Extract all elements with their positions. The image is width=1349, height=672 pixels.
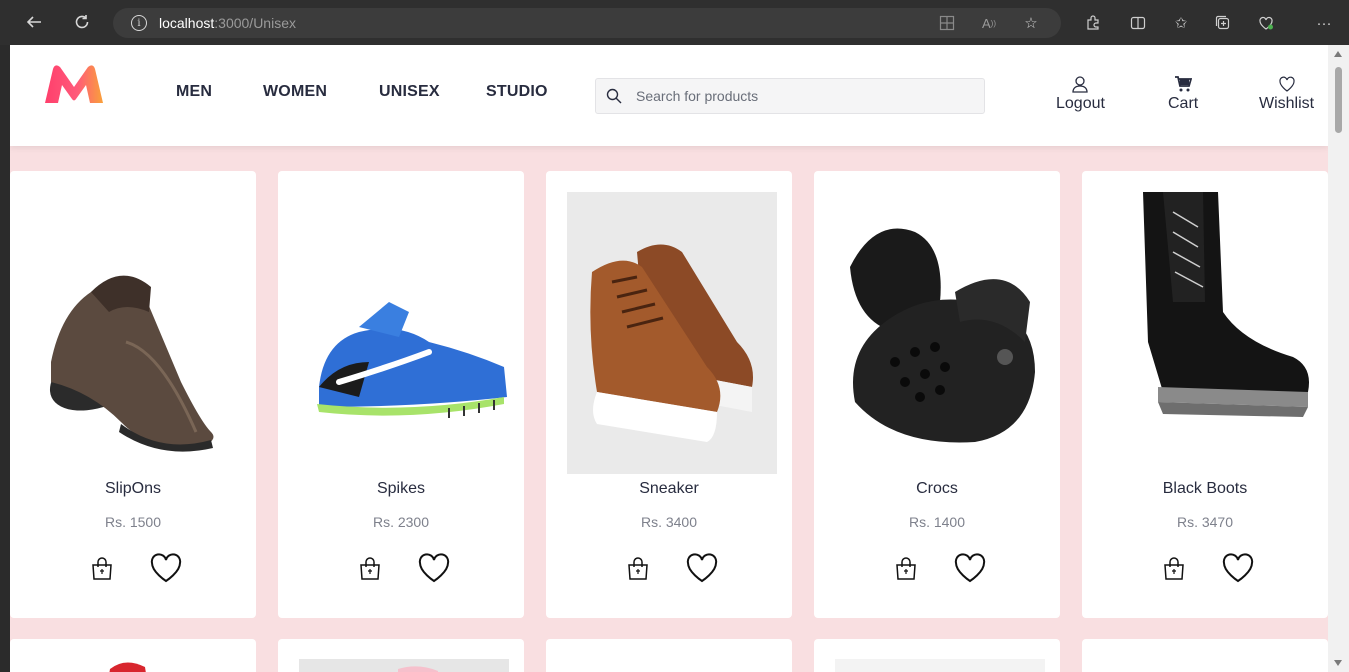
heart-icon[interactable]	[418, 553, 450, 583]
product-name: Sneaker	[639, 480, 699, 497]
product-card[interactable]: Spikes Rs. 2300	[278, 171, 524, 618]
logout-label: Logout	[1056, 95, 1105, 112]
search-input[interactable]	[636, 88, 956, 104]
wishlist-label: Wishlist	[1259, 95, 1315, 112]
myntra-logo-icon[interactable]	[43, 63, 105, 105]
site-info-icon[interactable]: i	[131, 15, 147, 31]
product-price: Rs. 2300	[372, 514, 430, 530]
scroll-down-arrow-icon[interactable]	[1334, 660, 1342, 666]
back-arrow-icon[interactable]	[20, 8, 48, 36]
product-name: Black Boots	[1162, 480, 1248, 497]
favorite-star-icon[interactable]: ☆	[1020, 12, 1042, 34]
product-card[interactable]: Sneaker Rs. 3400	[546, 171, 792, 618]
cart-button[interactable]: Cart	[1168, 75, 1198, 113]
product-card[interactable]: SlipOns Rs. 1500	[10, 171, 256, 618]
logout-button[interactable]: Logout	[1056, 75, 1105, 113]
wishlist-button[interactable]: Wishlist	[1259, 75, 1314, 113]
shopping-bag-icon[interactable]	[90, 557, 114, 581]
product-card[interactable]	[1082, 639, 1328, 672]
shopping-bag-icon[interactable]	[626, 557, 650, 581]
product-image[interactable]	[1103, 192, 1313, 474]
url-path: :3000/Unisex	[214, 15, 296, 31]
page-viewport: MEN WOMEN UNISEX STUDIO Logout Cart Wish…	[10, 45, 1328, 672]
address-bar[interactable]: i localhost:3000/Unisex	[113, 8, 1061, 38]
heart-icon[interactable]	[954, 553, 986, 583]
product-image[interactable]	[835, 192, 1045, 474]
product-card[interactable]	[278, 639, 524, 672]
product-name: Spikes	[376, 480, 426, 497]
nav-men[interactable]: MEN	[176, 83, 212, 101]
collections-icon[interactable]	[1212, 12, 1234, 34]
nav-women[interactable]: WOMEN	[263, 83, 327, 101]
product-card[interactable]: Black Boots Rs. 3470	[1082, 171, 1328, 618]
product-price: Rs. 1500	[104, 514, 162, 530]
product-card[interactable]	[546, 639, 792, 672]
product-price: Rs. 3400	[640, 514, 698, 530]
browser-toolbar: i localhost:3000/Unisex A)) ☆ ✩ ···	[0, 0, 1349, 45]
shopping-bag-icon[interactable]	[1162, 557, 1186, 581]
scrollbar-thumb[interactable]	[1335, 67, 1342, 133]
nav-unisex[interactable]: UNISEX	[379, 83, 440, 101]
product-card[interactable]	[10, 639, 256, 672]
url-host: localhost	[159, 15, 215, 31]
cart-icon	[1175, 76, 1193, 92]
vertical-scrollbar[interactable]	[1328, 45, 1349, 672]
product-name: SlipOns	[104, 480, 162, 497]
product-name: Crocs	[916, 480, 958, 497]
site-header: MEN WOMEN UNISEX STUDIO Logout Cart Wish…	[10, 45, 1328, 146]
nav-studio[interactable]: STUDIO	[486, 83, 548, 101]
product-image[interactable]	[567, 192, 777, 474]
favorites-list-icon[interactable]: ✩	[1170, 12, 1192, 34]
heart-icon[interactable]	[150, 553, 182, 583]
heart-icon	[1278, 76, 1295, 92]
product-card[interactable]	[814, 639, 1060, 672]
read-aloud-icon[interactable]: A))	[978, 12, 1000, 34]
cart-label: Cart	[1168, 95, 1199, 112]
product-card[interactable]: Crocs Rs. 1400	[814, 171, 1060, 618]
product-price: Rs. 1400	[908, 514, 966, 530]
split-screen-icon[interactable]	[1127, 12, 1149, 34]
shopping-bag-icon[interactable]	[358, 557, 382, 581]
heart-icon[interactable]	[686, 553, 718, 583]
search-icon	[606, 88, 622, 104]
apps-grid-icon[interactable]	[936, 12, 958, 34]
extensions-icon[interactable]	[1082, 12, 1104, 34]
product-price: Rs. 3470	[1176, 514, 1234, 530]
more-menu-icon[interactable]: ···	[1313, 12, 1335, 34]
shopping-bag-icon[interactable]	[894, 557, 918, 581]
refresh-icon[interactable]	[68, 8, 96, 36]
heart-icon[interactable]	[1222, 553, 1254, 583]
product-image[interactable]	[299, 192, 509, 474]
scroll-up-arrow-icon[interactable]	[1334, 51, 1342, 57]
product-image[interactable]	[31, 192, 241, 474]
browser-essentials-icon[interactable]	[1255, 12, 1277, 34]
user-icon	[1072, 76, 1089, 93]
search-box	[595, 78, 985, 114]
